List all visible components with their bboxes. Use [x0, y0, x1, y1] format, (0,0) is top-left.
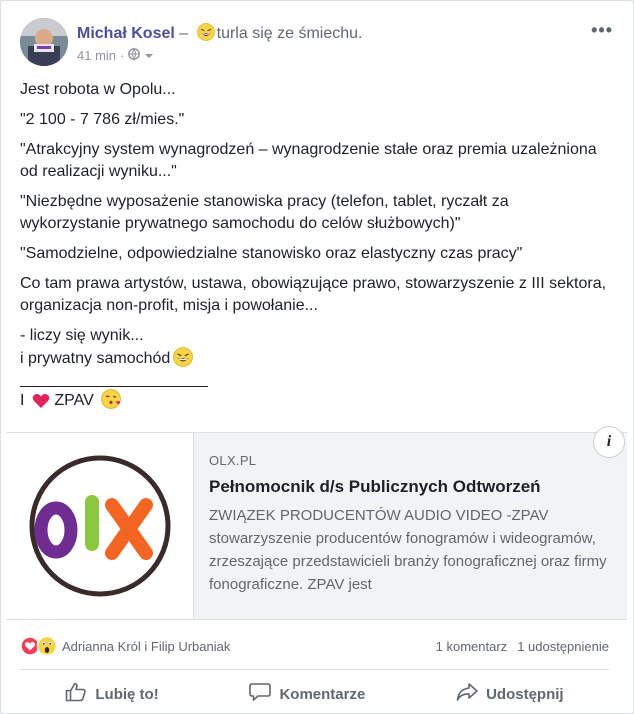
post-line-car-text: i prywatny samochód: [20, 350, 171, 367]
signature-post: ZPAV: [54, 392, 94, 409]
feeling-dash: –: [179, 25, 189, 42]
post-time[interactable]: 41 min: [77, 48, 116, 63]
engagement-counts: 1 komentarz 1 udostępnienie: [436, 639, 609, 654]
laughing-emoji-icon: [196, 23, 215, 46]
author-name[interactable]: Michał Kosel: [77, 25, 175, 42]
like-button[interactable]: Lubię to!: [65, 677, 159, 711]
post-header: Michał Kosel – turla się ze śmiechu. 41 …: [20, 18, 621, 68]
post-line: - liczy się wynik...: [20, 327, 144, 344]
heart-icon: [32, 393, 50, 416]
post-line: "2 100 - 7 786 zł/mies.": [20, 111, 185, 128]
meta-dot: ·: [120, 48, 125, 63]
post-card: Michał Kosel – turla się ze śmiechu. 41 …: [0, 0, 634, 714]
divider: [20, 669, 609, 670]
reactions-bar: Adrianna Król i Filip Urbaniak 1 komenta…: [20, 635, 609, 659]
comment-icon: [249, 682, 272, 706]
separator-line: [20, 386, 208, 387]
post-body: Jest robota w Opolu... "2 100 - 7 786 zł…: [20, 79, 610, 416]
post-line: "Atrakcyjny system wynagrodzeń – wynagro…: [20, 141, 597, 180]
name-line: Michał Kosel – turla się ze śmiechu.: [77, 23, 362, 46]
olx-logo: [29, 455, 171, 597]
comment-label: Komentarze: [279, 685, 366, 703]
laughing-emoji-icon: [173, 347, 194, 374]
link-domain: OLX.PL: [209, 453, 257, 468]
more-options-button[interactable]: •••: [591, 20, 613, 41]
avatar[interactable]: [20, 18, 68, 66]
reaction-icons[interactable]: [20, 635, 60, 657]
post-line: "Samodzielne, odpowiedzialne stanowisko …: [20, 245, 523, 262]
kissing-heart-emoji-icon: [101, 389, 122, 416]
share-button[interactable]: Udostępnij: [456, 677, 564, 711]
link-title[interactable]: Pełnomocnik d/s Publicznych Odtworzeń: [209, 476, 609, 498]
globe-icon[interactable]: [128, 48, 141, 63]
thumbs-up-icon: [65, 682, 87, 706]
post-line-car: i prywatny samochód: [20, 347, 610, 374]
feeling-text: turla się ze śmiechu.: [216, 25, 363, 42]
link-preview[interactable]: OLX.PL Pełnomocnik d/s Publicznych Odtwo…: [6, 426, 627, 620]
reactor-names[interactable]: Adrianna Król i Filip Urbaniak: [62, 639, 230, 654]
info-icon[interactable]: i: [593, 426, 625, 458]
link-text: OLX.PL Pełnomocnik d/s Publicznych Odtwo…: [209, 453, 609, 596]
share-label: Udostępnij: [486, 685, 564, 703]
chevron-down-icon[interactable]: [144, 48, 154, 63]
post-meta: 41 min ·: [77, 48, 154, 63]
post-line: "Niezbędne wyposażenie stanowiska pracy …: [20, 193, 509, 232]
action-bar: Lubię to! Komentarze Udostępnij: [20, 677, 609, 711]
signature-pre: I: [20, 392, 25, 409]
post-line: Co tam prawa artystów, ustawa, obowiązuj…: [20, 275, 607, 314]
link-thumbnail[interactable]: [6, 433, 194, 619]
link-description: ZWIĄZEK PRODUCENTÓW AUDIO VIDEO -ZPAV st…: [209, 507, 607, 593]
share-icon: [456, 682, 478, 706]
comment-button[interactable]: Komentarze: [249, 677, 365, 711]
signature-line: I ZPAV: [20, 389, 610, 416]
like-label: Lubię to!: [95, 685, 159, 703]
share-count[interactable]: 1 udostępnienie: [517, 639, 609, 654]
post-line: Jest robota w Opolu...: [20, 81, 176, 98]
comment-count[interactable]: 1 komentarz: [436, 639, 508, 654]
